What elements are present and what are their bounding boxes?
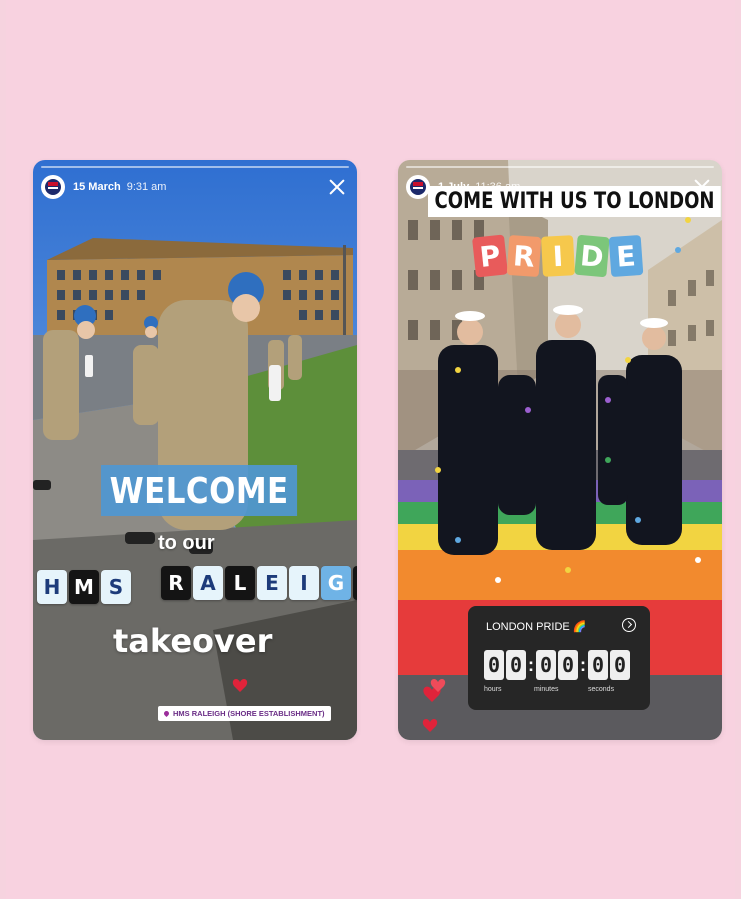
countdown-digit: 0: [610, 650, 630, 680]
countdown-digits: 0 0 : 0 0 : 0 0: [484, 650, 632, 680]
pride-letter-tiles: P R I D E: [471, 234, 644, 278]
to-our-text: to our: [158, 532, 215, 554]
story-hms-raleigh-takeover[interactable]: 15 March 9:31 am WELCOME to our H M S R …: [33, 160, 357, 740]
letter-tile: A: [193, 566, 223, 600]
countdown-separator: :: [580, 654, 586, 675]
navy-logo-icon: [45, 179, 61, 195]
letter-tile: I: [540, 235, 576, 277]
letter-tile: E: [257, 566, 287, 600]
close-icon[interactable]: [327, 177, 347, 197]
letter-tile: S: [101, 570, 131, 604]
avatar[interactable]: [41, 175, 65, 199]
letter-tile: D: [574, 234, 610, 278]
letter-tile: H: [37, 570, 67, 604]
letter-tile: H: [353, 566, 357, 600]
welcome-sticker: WELCOME: [101, 465, 298, 516]
story-progress-bar: [406, 166, 714, 168]
story-header: 15 March 9:31 am: [41, 174, 349, 200]
countdown-label-hours: hours: [484, 686, 502, 693]
chevron-right-icon[interactable]: [622, 618, 636, 632]
takeover-text: takeover: [113, 622, 273, 660]
countdown-digit: 0: [484, 650, 504, 680]
countdown-label-minutes: minutes: [534, 686, 559, 693]
countdown-digit: 0: [506, 650, 526, 680]
story-date: 15 March: [73, 181, 121, 193]
letter-tile: R: [161, 566, 191, 600]
avatar[interactable]: [406, 175, 430, 199]
story-london-pride[interactable]: 1 July 11:36 am COME WITH US TO LONDON P…: [398, 160, 722, 740]
countdown-digit: 0: [558, 650, 578, 680]
pin-icon: [162, 709, 171, 718]
location-sticker[interactable]: HMS RALEIGH (SHORE ESTABLISHMENT): [158, 706, 331, 721]
story-progress-bar: [41, 166, 349, 168]
story-time: 9:31 am: [126, 181, 167, 193]
countdown-digit: 0: [588, 650, 608, 680]
location-label: HMS RALEIGH (SHORE ESTABLISHMENT): [173, 709, 325, 718]
countdown-separator: :: [528, 654, 534, 675]
letter-tile: M: [69, 570, 99, 604]
hms-letter-tiles: H M S: [37, 570, 133, 604]
raleigh-letter-tiles: R A L E I G H: [161, 566, 357, 600]
navy-logo-icon: [410, 179, 426, 195]
headline-sticker: COME WITH US TO LONDON: [428, 186, 722, 217]
page-background: 15 March 9:31 am WELCOME to our H M S R …: [6, 0, 735, 899]
countdown-label-seconds: seconds: [588, 686, 615, 693]
countdown-digit: 0: [536, 650, 556, 680]
countdown-title: LONDON PRIDE 🌈: [486, 621, 587, 633]
countdown-sticker[interactable]: LONDON PRIDE 🌈 0 0 : 0 0 : 0 0 hours min…: [468, 606, 650, 710]
letter-tile: G: [321, 566, 351, 600]
letter-tile: I: [289, 566, 319, 600]
letter-tile: L: [225, 566, 255, 600]
letter-tile: R: [506, 234, 542, 278]
letter-tile: E: [608, 234, 644, 278]
letter-tile: P: [471, 234, 509, 278]
